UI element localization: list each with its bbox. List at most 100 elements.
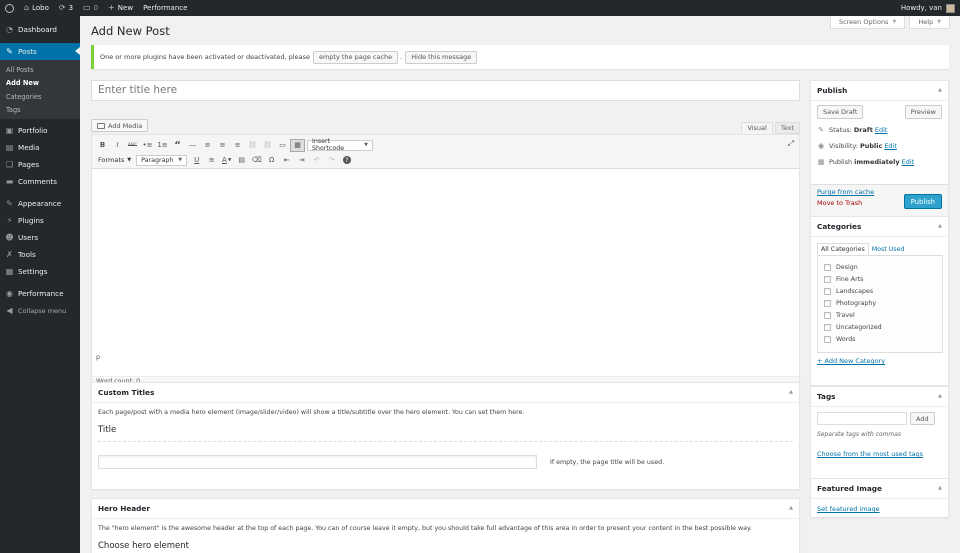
- save-draft-button[interactable]: Save Draft: [817, 105, 864, 119]
- sidebar-item-dashboard[interactable]: ◔ Dashboard: [0, 21, 80, 38]
- tags-header[interactable]: Tags ▲: [811, 387, 948, 407]
- sidebar-item-portfolio[interactable]: ▣ Portfolio: [0, 122, 80, 139]
- empty-cache-button[interactable]: empty the page cache: [312, 50, 399, 64]
- submenu-add-new[interactable]: Add New: [0, 77, 80, 91]
- distraction-free-icon[interactable]: ⤢: [788, 139, 794, 149]
- tab-visual[interactable]: Visual: [741, 122, 773, 134]
- checkbox[interactable]: [824, 263, 831, 271]
- purge-cache-link[interactable]: Purge from cache: [817, 188, 874, 196]
- formats-menu[interactable]: Formats ▼: [95, 156, 134, 164]
- performance-menu[interactable]: Performance: [138, 0, 192, 16]
- paste-text-button[interactable]: ▤: [234, 154, 249, 167]
- collapse-arrow-icon[interactable]: ▲: [938, 87, 942, 93]
- collapse-arrow-icon[interactable]: ▲: [789, 389, 793, 395]
- edit-status-link[interactable]: Edit: [875, 126, 888, 134]
- toolbar-toggle-button[interactable]: ▦: [290, 138, 305, 152]
- undo-button[interactable]: ↶: [309, 154, 324, 167]
- sidebar-item-appearance[interactable]: ✎ Appearance: [0, 195, 80, 212]
- choose-tags-link[interactable]: Choose from the most used tags: [817, 450, 923, 458]
- insert-link-button[interactable]: ⛓: [245, 139, 260, 152]
- submenu-categories[interactable]: Categories: [0, 90, 80, 104]
- sidebar-item-plugins[interactable]: ⚡ Plugins: [0, 212, 80, 229]
- wp-logo-menu[interactable]: [0, 0, 19, 16]
- custom-titles-header[interactable]: Custom Titles ▲: [92, 383, 799, 403]
- italic-button[interactable]: I: [110, 139, 125, 152]
- checkbox[interactable]: [824, 311, 831, 319]
- publish-button[interactable]: Publish: [903, 194, 942, 209]
- remove-link-button[interactable]: ⛓: [260, 139, 275, 152]
- clear-formatting-button[interactable]: ⌫: [249, 154, 264, 167]
- category-item[interactable]: Landscapes: [818, 285, 942, 297]
- publish-header[interactable]: Publish ▲: [811, 81, 948, 101]
- collapse-arrow-icon[interactable]: ▲: [938, 393, 942, 399]
- align-right-button[interactable]: ≡: [230, 139, 245, 152]
- hide-message-button[interactable]: Hide this message: [405, 50, 478, 64]
- checkbox[interactable]: [824, 299, 831, 307]
- comments-menu[interactable]: ▭ 0: [78, 0, 103, 16]
- category-item[interactable]: Fine Arts: [818, 273, 942, 285]
- collapse-menu[interactable]: ◀ Collapse menu: [0, 302, 80, 319]
- help-button[interactable]: Help ▼: [909, 16, 950, 29]
- preview-button[interactable]: Preview: [904, 105, 942, 119]
- submenu-tags[interactable]: Tags: [0, 104, 80, 118]
- keyboard-shortcuts-button[interactable]: ?: [339, 154, 354, 167]
- add-media-button[interactable]: Add Media: [91, 119, 149, 132]
- category-item[interactable]: Uncategorized: [818, 321, 942, 333]
- align-left-button[interactable]: ≡: [200, 139, 215, 152]
- my-account-menu[interactable]: Howdy, van: [901, 3, 960, 13]
- numbered-list-button[interactable]: 1≡: [155, 139, 170, 152]
- submenu-all-posts[interactable]: All Posts: [0, 63, 80, 77]
- indent-button[interactable]: ⇥: [294, 154, 309, 167]
- paragraph-select[interactable]: Paragraph ▼: [136, 154, 188, 166]
- category-item[interactable]: Words: [818, 333, 942, 345]
- new-content-menu[interactable]: + New: [103, 0, 138, 16]
- tab-all-categories[interactable]: All Categories: [817, 243, 869, 255]
- tab-text[interactable]: Text: [774, 122, 800, 134]
- special-character-button[interactable]: Ω: [264, 154, 279, 167]
- featured-image-header[interactable]: Featured Image ▲: [811, 479, 948, 499]
- collapse-arrow-icon[interactable]: ▲: [938, 223, 942, 229]
- new-tag-input[interactable]: [817, 412, 907, 425]
- screen-options-button[interactable]: Screen Options ▼: [829, 16, 906, 29]
- hero-header-header[interactable]: Hero Header ▲: [92, 499, 799, 519]
- category-item[interactable]: Photography: [818, 297, 942, 309]
- blockquote-button[interactable]: “: [170, 139, 185, 152]
- checkbox[interactable]: [824, 287, 831, 295]
- bullet-list-button[interactable]: •≡: [140, 139, 155, 152]
- align-center-button[interactable]: ≡: [215, 139, 230, 152]
- add-new-category-link[interactable]: + Add New Category: [817, 357, 885, 365]
- move-to-trash-link[interactable]: Move to Trash: [817, 199, 862, 207]
- sidebar-item-settings[interactable]: ▦ Settings: [0, 263, 80, 280]
- set-featured-image-link[interactable]: Set featured image: [817, 505, 880, 513]
- underline-button[interactable]: U: [189, 154, 204, 167]
- justify-button[interactable]: ≡: [204, 154, 219, 167]
- edit-visibility-link[interactable]: Edit: [884, 142, 897, 150]
- custom-title-input[interactable]: [98, 455, 537, 469]
- post-title-input[interactable]: Enter title here: [91, 80, 800, 101]
- checkbox[interactable]: [824, 275, 831, 283]
- bold-button[interactable]: B: [95, 139, 110, 152]
- collapse-arrow-icon[interactable]: ▲: [789, 505, 793, 511]
- sidebar-item-users[interactable]: ☻ Users: [0, 229, 80, 246]
- add-tag-button[interactable]: Add: [910, 412, 935, 425]
- read-more-button[interactable]: ▭: [275, 139, 290, 152]
- sidebar-item-tools[interactable]: ✗ Tools: [0, 246, 80, 263]
- tab-most-used[interactable]: Most Used: [869, 243, 908, 255]
- category-item[interactable]: Design: [818, 261, 942, 273]
- sidebar-item-media[interactable]: ▤ Media: [0, 139, 80, 156]
- categories-header[interactable]: Categories ▲: [811, 217, 948, 237]
- text-color-button[interactable]: A ▼: [219, 154, 234, 167]
- site-name-menu[interactable]: ⌂ Lobo: [19, 0, 54, 16]
- sidebar-item-comments[interactable]: ▬ Comments: [0, 173, 80, 190]
- checkbox[interactable]: [824, 323, 831, 331]
- sidebar-item-performance[interactable]: ◉ Performance: [0, 285, 80, 302]
- horizontal-line-button[interactable]: —: [185, 139, 200, 152]
- edit-time-link[interactable]: Edit: [902, 158, 915, 166]
- checkbox[interactable]: [824, 335, 831, 343]
- outdent-button[interactable]: ⇤: [279, 154, 294, 167]
- sidebar-item-pages[interactable]: ❏ Pages: [0, 156, 80, 173]
- insert-shortcode-select[interactable]: Insert Shortcode ▼: [307, 138, 373, 152]
- sidebar-item-posts[interactable]: ✎ Posts: [0, 43, 80, 60]
- editor-content-area[interactable]: [92, 170, 799, 352]
- collapse-arrow-icon[interactable]: ▲: [938, 485, 942, 491]
